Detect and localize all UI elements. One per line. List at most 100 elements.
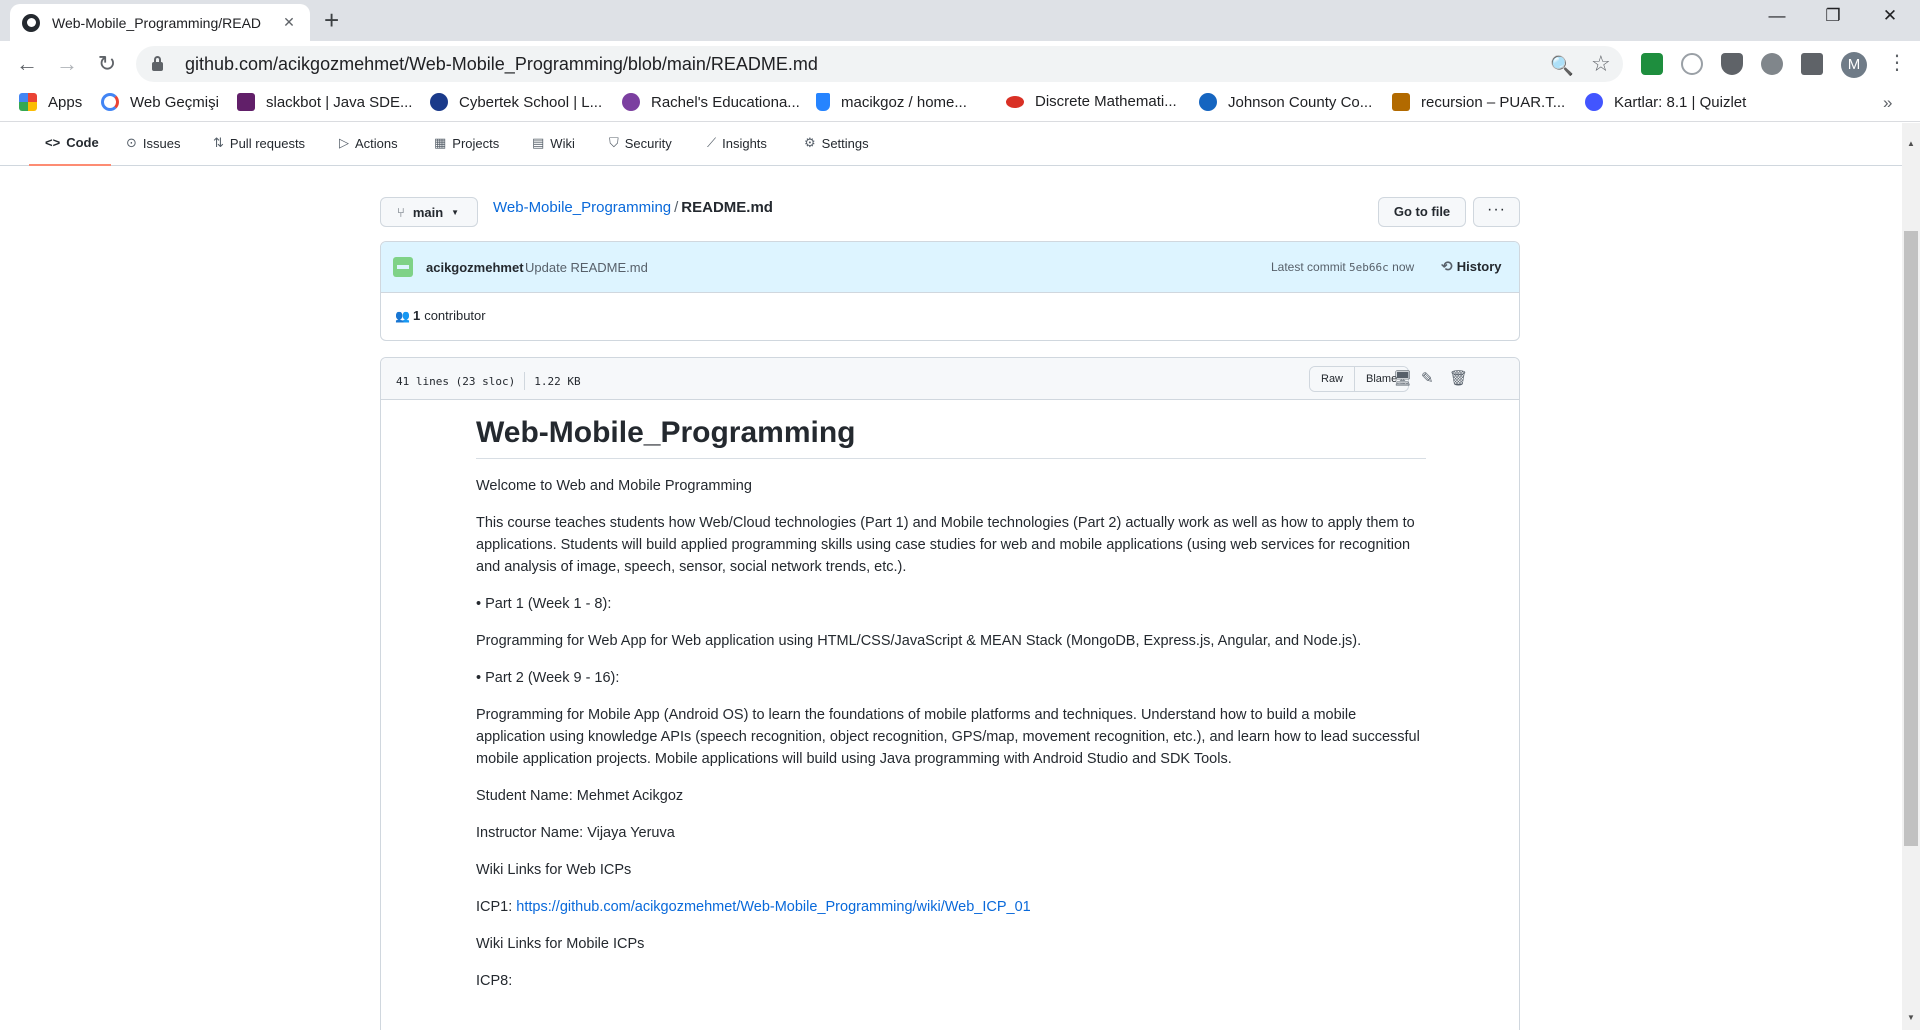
new-tab-button[interactable]: + (324, 6, 339, 34)
contributors-count: 1 (412, 308, 421, 323)
history-link[interactable]: ⟲ History (1441, 258, 1502, 275)
tab-actions[interactable]: ▷ Actions (339, 135, 398, 151)
file-size: 1.22 KB (534, 374, 581, 388)
file-lines: 41 lines (23 sloc) (396, 374, 516, 388)
lock-icon[interactable] (152, 56, 163, 71)
book-icon: ▤ (532, 135, 545, 150)
tab-label: Code (66, 135, 99, 150)
browser-tab[interactable]: Web-Mobile_Programming/READ ✕ (10, 4, 310, 41)
bookmark-web-gecmisi[interactable]: Web Geçmişi (101, 93, 219, 111)
readme-paragraph: Welcome to Web and Mobile Programming (476, 478, 752, 494)
commit-sha[interactable]: 5eb66c (1349, 261, 1389, 274)
graph-icon: ⟋ (707, 135, 717, 150)
tab-projects[interactable]: ▦ Projects (434, 135, 499, 151)
browser-menu-icon[interactable]: ⋮ (1887, 50, 1907, 75)
bookmark-discrete[interactable]: Discrete Mathemati... (1006, 93, 1177, 110)
tab-label: Projects (452, 135, 500, 151)
url-text: github.com/acikgozmehmet/Web-Mobile_Prog… (185, 53, 818, 74)
commit-author[interactable]: acikgozmehmet (426, 260, 524, 275)
bookmark-star-icon[interactable]: ☆ (1591, 51, 1611, 77)
readme-paragraph: Programming for Web App for Web applicat… (476, 633, 1362, 649)
history-icon: ⟲ (1441, 258, 1453, 274)
issue-icon: ⊙ (126, 135, 137, 150)
address-bar[interactable]: github.com/acikgozmehmet/Web-Mobile_Prog… (136, 46, 1623, 82)
tab-issues[interactable]: ⊙ Issues (126, 135, 180, 151)
bookmark-apps[interactable]: Apps (19, 93, 82, 111)
minimize-window-icon[interactable]: — (1757, 6, 1797, 26)
close-window-icon[interactable]: ✕ (1870, 6, 1910, 26)
bookmark-quizlet[interactable]: Kartlar: 8.1 | Quizlet (1585, 93, 1746, 111)
puzzle-extensions-icon[interactable] (1801, 53, 1823, 75)
bookmark-label: Rachel's Educationa... (651, 93, 800, 111)
circle-extension-icon[interactable] (1681, 53, 1703, 75)
latest-commit-bar: acikgozmehmet Update README.md Latest co… (381, 242, 1519, 293)
bookmark-slackbot[interactable]: slackbot | Java SDE... (237, 93, 412, 111)
trash-icon[interactable]: 🗑 (1449, 369, 1468, 387)
scroll-up-arrow-icon[interactable]: ▲ (1907, 139, 1915, 148)
cybertek-icon (430, 93, 448, 111)
reload-icon[interactable]: ↻ (92, 49, 122, 79)
bookmark-label: recursion – PUAR.T... (1421, 93, 1566, 111)
selected-tab-indicator (29, 164, 111, 166)
file-name: README.md (681, 199, 773, 216)
bookmark-cybertek[interactable]: Cybertek School | L... (430, 93, 602, 111)
github-favicon-icon (22, 13, 40, 32)
rachel-icon (622, 93, 640, 111)
bookmark-label: macikgoz / home... (841, 93, 967, 111)
readme-content: Web-Mobile_Programming Welcome to Web an… (476, 416, 1426, 1007)
forward-icon[interactable]: → (52, 49, 82, 79)
bookmark-rachels[interactable]: Rachel's Educationa... (622, 93, 800, 111)
bookmarks-bar: Apps Web Geçmişi slackbot | Java SDE... … (0, 88, 1920, 122)
tab-pull-requests[interactable]: ⇅ Pull requests (213, 135, 305, 151)
tab-label: Issues (142, 135, 181, 151)
tab-security[interactable]: ⛉ Security (609, 135, 672, 151)
zoom-icon[interactable]: 🔍 (1550, 54, 1574, 78)
jccc-icon (1199, 93, 1217, 111)
avatar[interactable] (393, 257, 413, 277)
commit-message[interactable]: Update README.md (525, 260, 648, 275)
scrollbar-thumb[interactable] (1904, 231, 1918, 846)
bookmark-johnson-county[interactable]: Johnson County Co... (1199, 93, 1372, 111)
checkmark-extension-icon[interactable] (1641, 53, 1663, 75)
bug-extension-icon[interactable] (1761, 53, 1783, 75)
more-bookmarks-icon[interactable]: » (1883, 93, 1892, 113)
go-to-file-button[interactable]: Go to file (1378, 197, 1466, 227)
restore-window-icon[interactable]: ❐ (1813, 6, 1853, 26)
readme-paragraph: This course teaches students how Web/Clo… (476, 515, 1415, 575)
divider (524, 372, 526, 390)
shield-icon: ⛉ (609, 135, 619, 150)
bookmark-label: Johnson County Co... (1228, 93, 1373, 111)
contributors-label: contributor (424, 308, 486, 323)
tab-close-icon[interactable]: ✕ (280, 14, 298, 31)
branch-name: main (412, 204, 444, 220)
pencil-icon[interactable]: ✎ (1421, 369, 1434, 387)
shield-extension-icon[interactable] (1721, 53, 1743, 75)
branch-select-button[interactable]: ⑂ main ▼ (380, 197, 478, 227)
browser-tab-strip: Web-Mobile_Programming/READ ✕ + — ❐ ✕ (0, 0, 1920, 41)
readme-paragraph: Instructor Name: Vijaya Yeruva (476, 825, 675, 841)
desktop-icon[interactable]: 🖥 (1393, 369, 1412, 387)
bookmark-label: Cybertek School | L... (459, 93, 603, 111)
more-options-button[interactable]: ··· (1473, 197, 1520, 227)
pull-request-icon: ⇅ (213, 135, 224, 150)
profile-avatar[interactable]: M (1841, 52, 1867, 78)
readme-paragraph: Wiki Links for Web ICPs (476, 862, 632, 878)
tab-label: Insights (722, 135, 767, 151)
raw-button[interactable]: Raw (1310, 367, 1355, 391)
contributors-link[interactable]: 👥 1 contributor (395, 308, 486, 323)
history-label: History (1456, 259, 1502, 274)
tab-label: Wiki (550, 135, 575, 151)
bookmark-macikgoz[interactable]: macikgoz / home... (816, 93, 967, 111)
icp1-link[interactable]: https://github.com/acikgozmehmet/Web-Mob… (516, 899, 1030, 915)
tab-insights[interactable]: ⟋ Insights (707, 135, 767, 151)
tab-settings[interactable]: ⚙ Settings (804, 135, 869, 151)
page-scrollbar[interactable]: ▲ ▼ (1902, 123, 1920, 1030)
latest-commit-info: Latest commit 5eb66c now (1271, 260, 1414, 274)
tab-code[interactable]: <> Code (45, 135, 99, 150)
bookmark-recursion[interactable]: recursion – PUAR.T... (1392, 93, 1565, 111)
tab-wiki[interactable]: ▤ Wiki (532, 135, 575, 151)
bookmark-label: Web Geçmişi (130, 93, 219, 111)
repo-link[interactable]: Web-Mobile_Programming (493, 199, 671, 216)
back-icon[interactable]: ← (12, 49, 42, 79)
scroll-down-arrow-icon[interactable]: ▼ (1907, 1013, 1915, 1022)
